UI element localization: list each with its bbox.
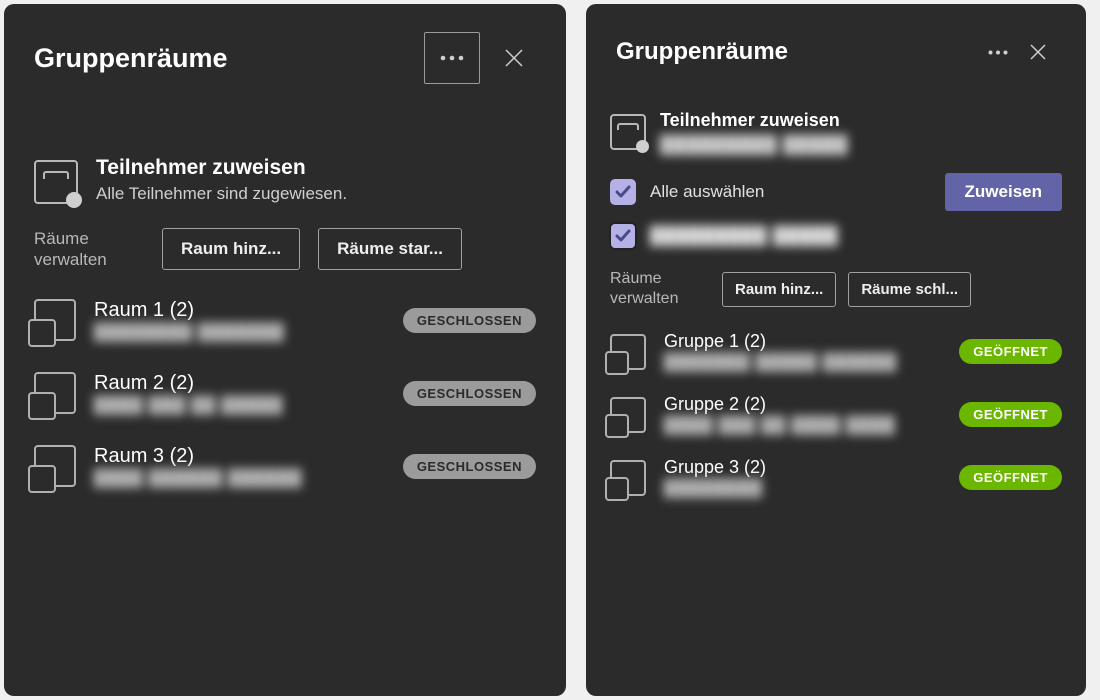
assign-subtext: Alle Teilnehmer sind zugewiesen.	[96, 184, 347, 204]
room-status-badge: GEÖFFNET	[959, 465, 1062, 490]
room-status-badge: GEÖFFNET	[959, 402, 1062, 427]
room-list: Raum 1 (2) ████████ ███████ GESCHLOSSEN …	[4, 271, 566, 488]
room-item[interactable]: Gruppe 1 (2) ███████ █████ ██████ GEÖFFN…	[610, 331, 1062, 372]
room-participants: ████ ███ ██ █████	[94, 397, 385, 415]
room-status-badge: GESCHLOSSEN	[403, 454, 536, 479]
participant-checkbox[interactable]	[610, 223, 636, 249]
assign-section: Teilnehmer zuweisen █████████ █████	[586, 82, 1086, 155]
room-list: Gruppe 1 (2) ███████ █████ ██████ GEÖFFN…	[586, 309, 1086, 498]
room-name: Gruppe 1 (2)	[664, 331, 941, 352]
assign-texts: Teilnehmer zuweisen █████████ █████	[660, 110, 848, 155]
manage-rooms-label: Räume verwalten	[610, 269, 710, 309]
manage-rooms-row: Räume verwalten Raum hinz... Räume schl.…	[586, 251, 1086, 309]
room-icon	[34, 299, 76, 341]
more-options-button[interactable]	[978, 32, 1018, 72]
room-participants: ████ ██████ ██████	[94, 470, 385, 488]
room-name: Gruppe 2 (2)	[664, 394, 941, 415]
breakout-rooms-panel-open: Gruppenräume Teilnehmer zuweisen ███████…	[586, 4, 1086, 696]
room-item[interactable]: Raum 1 (2) ████████ ███████ GESCHLOSSEN	[34, 299, 536, 342]
ellipsis-icon	[440, 55, 464, 61]
room-participants: ████ ███ ██ ████ ████	[664, 417, 941, 435]
room-icon	[610, 460, 646, 496]
assign-participants-icon	[610, 114, 646, 150]
room-name: Raum 3 (2)	[94, 445, 385, 468]
room-icon	[610, 334, 646, 370]
add-room-button[interactable]: Raum hinz...	[722, 272, 836, 307]
assign-button[interactable]: Zuweisen	[945, 173, 1062, 211]
breakout-rooms-panel-closed: Gruppenräume Teilnehmer zuweisen Alle Te…	[4, 4, 566, 696]
close-icon	[1028, 42, 1048, 62]
assign-subtext: █████████ █████	[660, 135, 848, 155]
room-participants: ████████	[664, 480, 941, 498]
assign-texts: Teilnehmer zuweisen Alle Teilnehmer sind…	[96, 156, 347, 204]
room-name: Raum 2 (2)	[94, 372, 385, 395]
assign-heading: Teilnehmer zuweisen	[660, 110, 848, 131]
check-icon	[615, 229, 631, 243]
room-icon	[610, 397, 646, 433]
panel-header: Gruppenräume	[586, 4, 1086, 82]
room-status-badge: GESCHLOSSEN	[403, 308, 536, 333]
close-panel-button[interactable]	[490, 34, 538, 82]
more-options-button[interactable]	[424, 32, 480, 84]
room-status-badge: GEÖFFNET	[959, 339, 1062, 364]
participant-row[interactable]: █████████ █████	[586, 217, 1086, 251]
assign-section: Teilnehmer zuweisen Alle Teilnehmer sind…	[4, 94, 566, 204]
room-item[interactable]: Gruppe 2 (2) ████ ███ ██ ████ ████ GEÖFF…	[610, 394, 1062, 435]
panel-header: Gruppenräume	[4, 4, 566, 94]
room-participants: ████████ ███████	[94, 324, 385, 342]
participant-name: █████████ █████	[650, 226, 1062, 246]
close-rooms-button[interactable]: Räume schl...	[848, 272, 971, 307]
panel-title: Gruppenräume	[34, 43, 424, 74]
close-icon	[503, 47, 525, 69]
manage-rooms-label: Räume verwalten	[34, 228, 144, 271]
room-name: Raum 1 (2)	[94, 299, 385, 322]
room-status-badge: GESCHLOSSEN	[403, 381, 536, 406]
room-item[interactable]: Gruppe 3 (2) ████████ GEÖFFNET	[610, 457, 1062, 498]
manage-rooms-row: Räume verwalten Raum hinz... Räume star.…	[4, 204, 566, 271]
room-name: Gruppe 3 (2)	[664, 457, 941, 478]
room-item[interactable]: Raum 3 (2) ████ ██████ ██████ GESCHLOSSE…	[34, 445, 536, 488]
room-icon	[34, 445, 76, 487]
close-panel-button[interactable]	[1018, 32, 1058, 72]
room-participants: ███████ █████ ██████	[664, 354, 941, 372]
select-all-row: Alle auswählen Zuweisen	[586, 167, 1086, 217]
ellipsis-icon	[988, 50, 1008, 55]
assign-heading: Teilnehmer zuweisen	[96, 156, 347, 180]
start-rooms-button[interactable]: Räume star...	[318, 228, 462, 270]
panel-title: Gruppenräume	[616, 38, 978, 66]
assign-participants-icon	[34, 160, 78, 204]
check-icon	[615, 185, 631, 199]
room-item[interactable]: Raum 2 (2) ████ ███ ██ █████ GESCHLOSSEN	[34, 372, 536, 415]
add-room-button[interactable]: Raum hinz...	[162, 228, 300, 270]
select-all-label: Alle auswählen	[650, 182, 931, 202]
room-icon	[34, 372, 76, 414]
select-all-checkbox[interactable]	[610, 179, 636, 205]
